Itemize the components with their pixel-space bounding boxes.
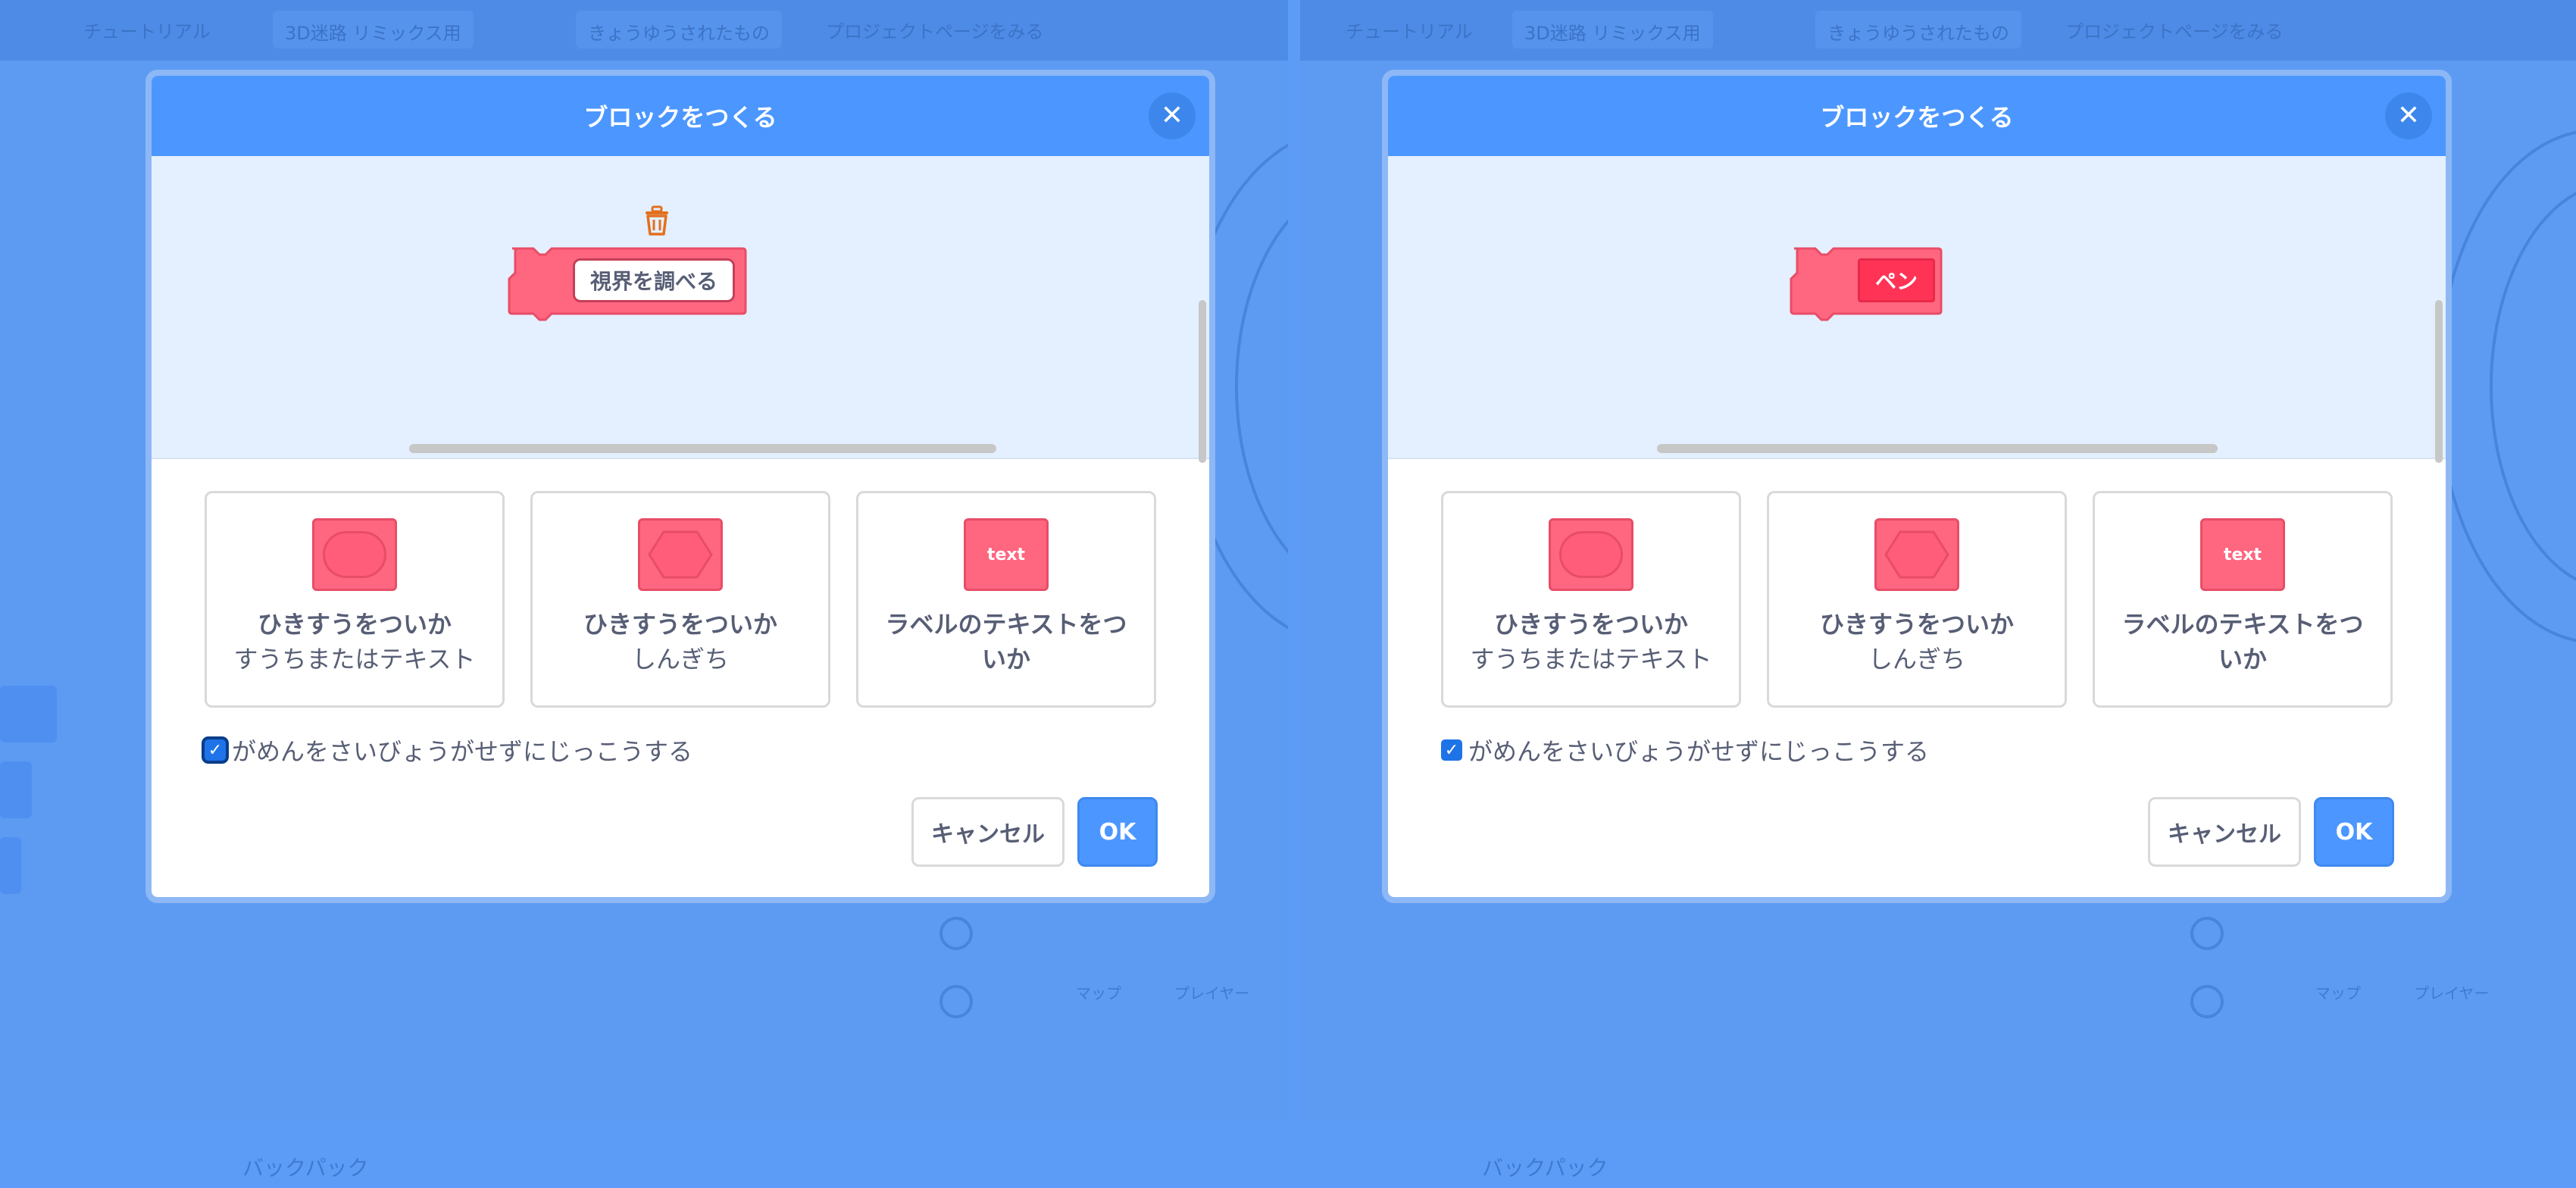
vertical-scrollbar[interactable]	[1199, 300, 1206, 463]
cancel-button[interactable]: キャンセル	[911, 797, 1064, 867]
project-title-field[interactable]: 3D迷路 リミックス用	[1512, 11, 1713, 48]
menu-shared[interactable]: きょうゆうされたもの	[576, 11, 782, 48]
zoom-out-icon[interactable]	[2190, 985, 2224, 1018]
option-title: ラベルのテキストをつ	[2121, 610, 2364, 639]
option-title: ラベルのテキストをつ	[885, 610, 1127, 639]
make-block-dialog: ブロックをつくる ✕ ペン ひきすうをついか すうちまたはテキスト ひきすうをつ…	[1382, 70, 2452, 903]
ok-button[interactable]: OK	[1077, 797, 1158, 867]
close-icon: ✕	[2396, 100, 2421, 131]
add-input-boolean-button[interactable]: ひきすうをついか しんぎち	[1767, 491, 2067, 708]
sprite-map-label: マップ	[2315, 984, 2361, 1002]
option-subtitle: すうちまたはテキスト	[233, 645, 476, 674]
option-title-line2: いか	[2218, 645, 2267, 674]
option-title: ひきすうをついか	[1493, 610, 1688, 639]
backpack-label[interactable]: バックパック	[1482, 1152, 1608, 1182]
vertical-scrollbar[interactable]	[2435, 300, 2443, 463]
trash-icon[interactable]	[642, 205, 671, 239]
project-title-field[interactable]: 3D迷路 リミックス用	[273, 11, 474, 48]
run-without-refresh-checkbox[interactable]: ✓	[1441, 739, 1462, 761]
menu-bar: チュートリアル 3D迷路 リミックス用 きょうゆうされたもの プロジェクトページ…	[0, 0, 1288, 61]
menu-bar: チュートリアル 3D迷路 リミックス用 きょうゆうされたもの プロジェクトページ…	[1300, 0, 2576, 61]
close-button[interactable]: ✕	[1149, 92, 1196, 139]
backpack-label[interactable]: バックパック	[242, 1152, 369, 1182]
cancel-button[interactable]: キャンセル	[2148, 797, 2301, 867]
menu-tutorial[interactable]: チュートリアル	[1346, 17, 1473, 43]
option-title: ひきすうをついか	[583, 610, 777, 639]
block-name-input[interactable]: 視界を調べる	[573, 258, 735, 302]
dialog-header: ブロックをつくる ✕	[1388, 76, 2446, 156]
add-input-number-text-button[interactable]: ひきすうをついか すうちまたはテキスト	[205, 491, 505, 708]
boolean-input-icon	[1874, 518, 1959, 591]
option-title-line2: いか	[981, 645, 1030, 674]
option-title: ひきすうをついか	[1819, 610, 2014, 639]
menu-see-project-page[interactable]: プロジェクトページをみる	[826, 17, 1044, 43]
dialog-title: ブロックをつくる	[1820, 103, 2014, 132]
run-without-refresh-label[interactable]: がめんをさいびょうがせずにじっこうする	[1468, 733, 1929, 768]
dialog-header: ブロックをつくる ✕	[152, 76, 1209, 156]
option-subtitle: しんぎち	[1868, 645, 1965, 674]
boolean-input-icon	[638, 518, 723, 591]
category-tab[interactable]	[0, 761, 32, 818]
close-button[interactable]: ✕	[2385, 92, 2432, 139]
dialog-title: ブロックをつくる	[583, 103, 777, 132]
add-input-boolean-button[interactable]: ひきすうをついか しんぎち	[530, 491, 830, 708]
close-icon: ✕	[1160, 100, 1184, 131]
label-text-icon: text	[2200, 518, 2285, 591]
menu-shared[interactable]: きょうゆうされたもの	[1815, 11, 2021, 48]
oval-input-icon	[1549, 518, 1633, 591]
category-tab[interactable]	[0, 686, 57, 742]
menu-tutorial[interactable]: チュートリアル	[83, 17, 211, 43]
ok-button[interactable]: OK	[2314, 797, 2394, 867]
run-without-refresh-label[interactable]: がめんをさいびょうがせずにじっこうする	[232, 733, 692, 768]
label-text-icon-word: text	[986, 545, 1026, 564]
label-text-icon: text	[964, 518, 1049, 591]
make-block-dialog: ブロックをつくる ✕ 視界を調べる ひきすうをついか すうちまたはテキスト ひき…	[145, 70, 1215, 903]
horizontal-scrollbar[interactable]	[409, 444, 996, 453]
category-tab[interactable]	[0, 837, 21, 894]
zoom-in-icon[interactable]	[2190, 917, 2224, 950]
sprite-player-label: プレイヤー	[1174, 984, 1250, 1002]
block-preview-area[interactable]: ペン	[1388, 156, 2446, 463]
label-text-icon-word: text	[2223, 545, 2262, 564]
horizontal-scrollbar[interactable]	[1657, 444, 2218, 453]
zoom-in-icon[interactable]	[939, 917, 973, 950]
oval-input-icon	[312, 518, 397, 591]
menu-see-project-page[interactable]: プロジェクトページをみる	[2065, 17, 2284, 43]
add-input-number-text-button[interactable]: ひきすうをついか すうちまたはテキスト	[1441, 491, 1741, 708]
block-preview-area[interactable]: 視界を調べる	[152, 156, 1209, 463]
sprite-player-label: プレイヤー	[2414, 984, 2490, 1002]
run-without-refresh-checkbox[interactable]: ✓	[205, 739, 226, 761]
zoom-out-icon[interactable]	[939, 985, 973, 1018]
add-label-text-button[interactable]: text ラベルのテキストをつ いか	[2093, 491, 2393, 708]
sprite-map-label: マップ	[1076, 984, 1121, 1002]
option-subtitle: すうちまたはテキスト	[1470, 645, 1712, 674]
run-without-refresh-row: ✓ がめんをさいびょうがせずにじっこうする	[205, 733, 692, 768]
option-title: ひきすうをついか	[257, 610, 452, 639]
option-subtitle: しんぎち	[631, 645, 729, 674]
run-without-refresh-row: ✓ がめんをさいびょうがせずにじっこうする	[1441, 733, 1929, 768]
block-label-field[interactable]: ペン	[1858, 258, 1935, 302]
add-label-text-button[interactable]: text ラベルのテキストをつ いか	[856, 491, 1156, 708]
